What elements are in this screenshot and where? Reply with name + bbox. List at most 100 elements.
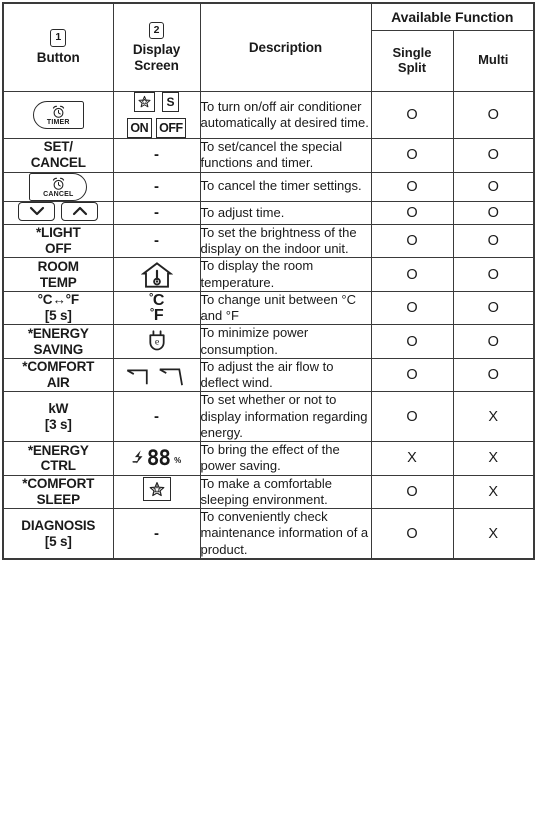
display-cell-diagnosis: -: [112, 508, 201, 560]
single-split-cell-celsius-fahrenheit: O: [370, 290, 454, 326]
power-plug-e-icon: e: [114, 329, 200, 354]
multi-cell-cancel: O: [452, 171, 535, 202]
button-label-line2: OFF: [45, 241, 72, 257]
multi-cell-room-temp: O: [452, 257, 535, 292]
button-cell-timer: TIMER: [2, 90, 114, 139]
single-split-cell-comfort-sleep: O: [370, 474, 454, 510]
table-row: *ENERGY SAVING e To minimize power consumpt…: [2, 324, 535, 359]
button-label-line1: *COMFORT: [22, 476, 95, 491]
single-split-cell-light-off: O: [370, 223, 454, 259]
table-header: 1 Button 2 Display Screen Description Av…: [2, 2, 535, 92]
table-row: - To adjust time. O O: [2, 200, 535, 225]
button-label-line1: *ENERGY: [27, 442, 89, 458]
badge-2: 2: [148, 21, 165, 40]
table-row: SET/CANCEL - To set/cancel the special fun…: [2, 138, 535, 173]
button-cell-time-adjust: [2, 200, 114, 225]
multi-cell-time-adjust: O: [452, 200, 535, 225]
table-row: DIAGNOSIS [5 s] - To conveniently check mai…: [2, 508, 535, 560]
display-cell-light-off: -: [112, 223, 201, 259]
header-button-label: Button: [36, 49, 80, 65]
button-label-line1: °C↔°F: [37, 292, 79, 308]
display-cell-energy-saving: e: [112, 324, 201, 359]
house-thermometer-icon: [114, 261, 200, 289]
button-label-line1: DIAGNOSIS: [21, 517, 96, 533]
header-description: Description: [199, 2, 372, 92]
display-dash: -: [154, 232, 159, 250]
lcd-on-indicator: ON: [126, 117, 152, 138]
cancel-button-icon[interactable]: CANCEL: [29, 172, 88, 201]
button-label-line2: [5 s]: [44, 533, 72, 549]
button-cell-set-cancel: SET/CANCEL: [2, 138, 114, 173]
single-split-cell-energy-saving: O: [370, 324, 454, 359]
lcd-star-icon: [142, 477, 171, 502]
display-cell-room-temp: [112, 257, 201, 292]
lcd-row-top: S: [114, 91, 200, 112]
button-label-line1: kW: [48, 400, 69, 416]
single-split-cell-energy-ctrl: X: [370, 441, 454, 476]
header-multi: Multi: [452, 29, 535, 92]
table-body: TIMER S ON OFF To turn on/off air conditione…: [2, 90, 535, 560]
display-cell-energy-ctrl: 88%: [112, 441, 201, 476]
multi-cell-comfort-sleep: X: [452, 474, 535, 510]
table-row: °C↔°F [5 s] °C °F To change unit between °C …: [2, 290, 535, 326]
description-cell-kw: To set whether or not to display informa…: [199, 391, 372, 443]
single-split-cell-cancel: O: [370, 171, 454, 202]
multi-cell-light-off: O: [452, 223, 535, 259]
display-cell-cancel: -: [112, 171, 201, 202]
timer-button-icon[interactable]: TIMER: [32, 100, 84, 129]
header-single-split-line1: Single: [392, 44, 432, 60]
celsius-fahrenheit-display: °C °F: [114, 292, 200, 323]
button-label-line2: AIR: [46, 375, 70, 391]
energy-ctrl-digits: 88: [146, 445, 171, 470]
down-arrow-button-icon[interactable]: [18, 201, 56, 221]
button-label-line1: *LIGHT: [35, 225, 81, 241]
multi-cell-energy-saving: O: [452, 324, 535, 359]
button-cell-cancel: CANCEL: [2, 171, 114, 202]
button-label-line2: [5 s]: [44, 308, 72, 324]
button-cell-diagnosis: DIAGNOSIS [5 s]: [2, 508, 114, 560]
air-deflection-icon: [114, 362, 200, 388]
multi-cell-celsius-fahrenheit: O: [452, 290, 535, 326]
description-cell-diagnosis: To conveniently check maintenance inform…: [199, 508, 372, 560]
table-row: *LIGHT OFF - To set the brightness of the d…: [2, 223, 535, 259]
time-adjust-buttons: [18, 201, 99, 221]
button-cell-room-temp: ROOM TEMP: [2, 257, 114, 292]
button-label-line1: *ENERGY: [27, 325, 89, 341]
single-split-cell-time-adjust: O: [370, 200, 454, 225]
single-split-cell-room-temp: O: [370, 257, 454, 292]
description-cell-timer: To turn on/off air conditioner automatic…: [199, 90, 372, 139]
display-cell-time-adjust: -: [112, 200, 201, 225]
description-cell-time-adjust: To adjust time.: [199, 200, 372, 225]
description-cell-light-off: To set the brightness of the display on …: [199, 223, 372, 259]
button-label-line2: CANCEL: [30, 155, 86, 171]
multi-cell-comfort-air: O: [452, 357, 535, 393]
description-cell-energy-saving: To minimize power consumption.: [199, 324, 372, 359]
button-label-line2: [3 s]: [44, 416, 72, 432]
display-cell-timer: S ON OFF: [112, 90, 201, 139]
svg-text:e: e: [154, 337, 159, 348]
single-split-cell-diagnosis: O: [370, 508, 454, 560]
alarm-clock-icon: [51, 105, 66, 119]
button-cell-comfort-sleep: *COMFORT SLEEP: [2, 474, 114, 510]
multi-cell-energy-ctrl: X: [452, 441, 535, 476]
header-single-split: Single Split: [370, 29, 454, 92]
header-available-function: Available Function: [370, 2, 535, 31]
description-cell-cancel: To cancel the timer settings.: [199, 171, 372, 202]
button-sub-label: TIMER: [46, 118, 70, 126]
display-cell-comfort-sleep: [112, 474, 201, 510]
up-arrow-button-icon[interactable]: [61, 201, 99, 221]
button-function-table: 1 Button 2 Display Screen Description Av…: [2, 2, 535, 560]
button-label-line2: CTRL: [40, 458, 76, 474]
button-cell-kw: kW [3 s]: [2, 391, 114, 443]
display-dash: -: [154, 203, 159, 221]
lcd-star-icon: [133, 91, 155, 112]
header-display-line1: Display: [132, 42, 181, 58]
table-row: ROOM TEMP To display the room temperature.…: [2, 257, 535, 292]
energy-ctrl-percent: %: [174, 456, 182, 466]
display-cell-kw: -: [112, 391, 201, 443]
display-dash: -: [154, 146, 159, 164]
description-cell-comfort-sleep: To make a comfortable sleeping environme…: [199, 474, 372, 510]
header-description-label: Description: [248, 39, 323, 55]
button-label-line1: SET/: [43, 139, 73, 155]
button-label-line1: ROOM: [37, 258, 79, 274]
